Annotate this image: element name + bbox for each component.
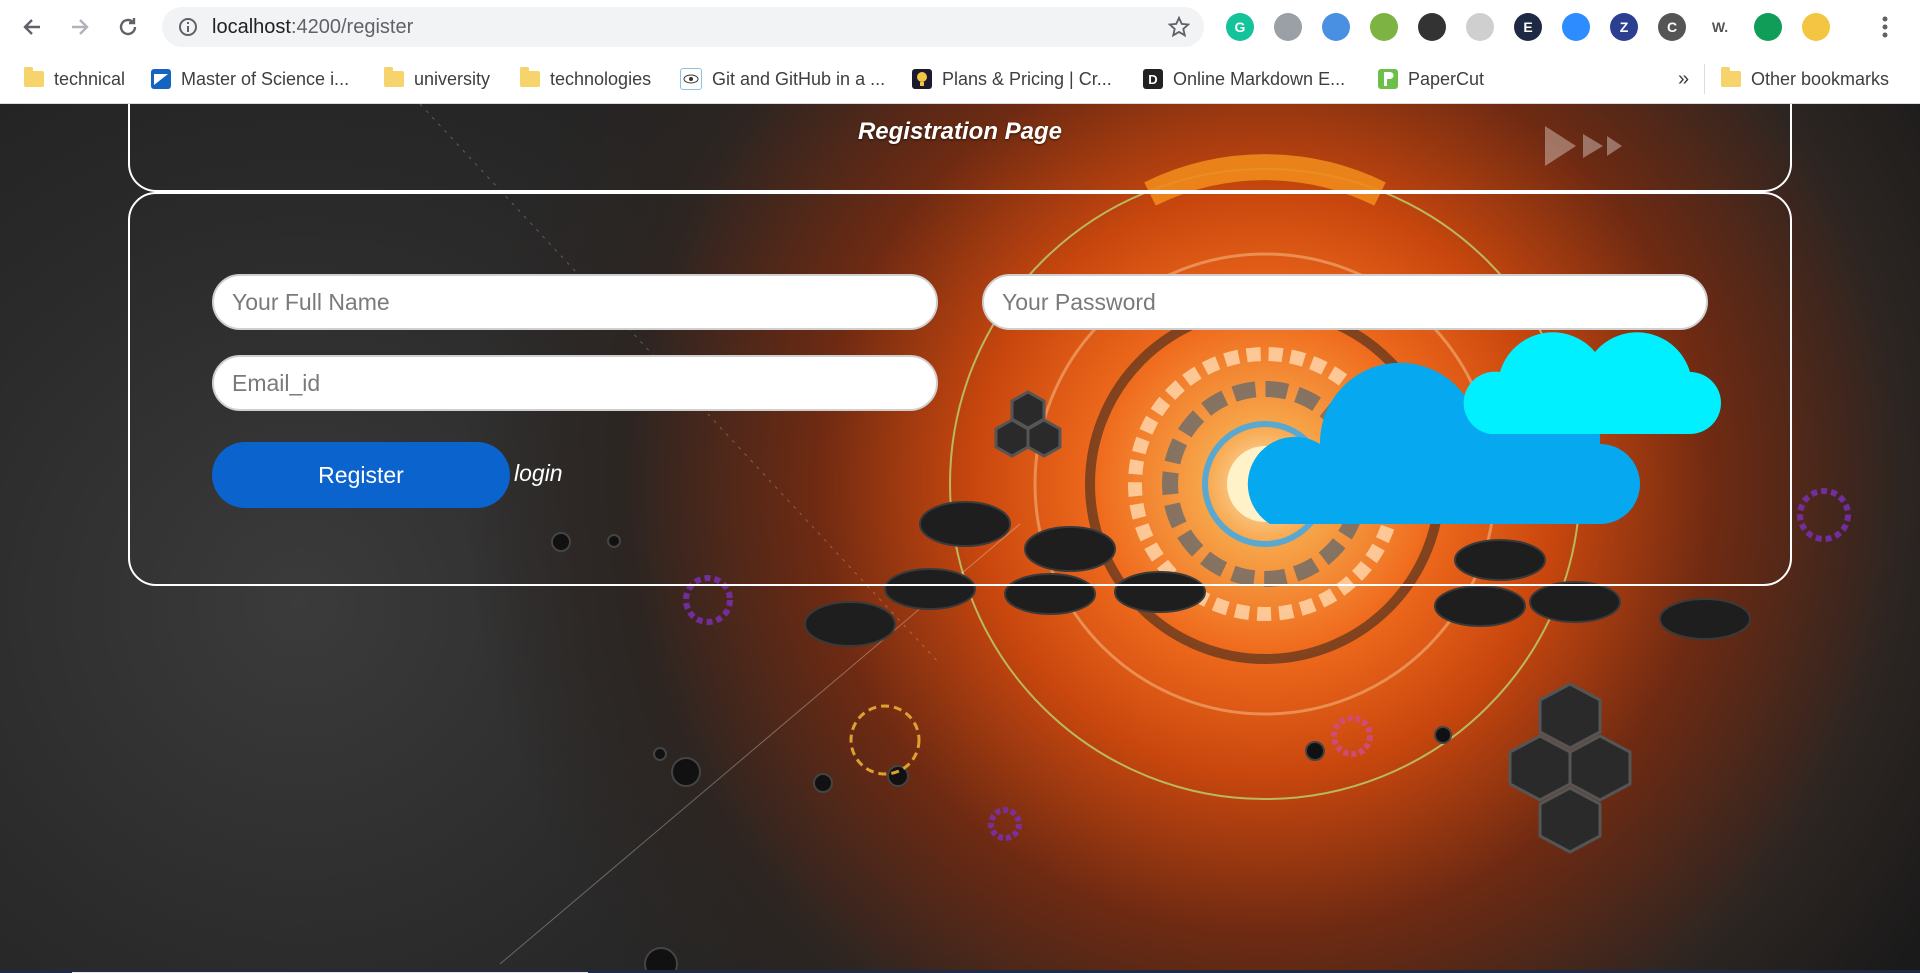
overflow-chevron-icon: »	[1678, 67, 1690, 90]
eye-logo-icon	[680, 68, 702, 90]
code-icon[interactable]: C	[1658, 13, 1686, 41]
bookmark-university[interactable]: university	[384, 64, 490, 94]
bookmark-label: technical	[54, 68, 126, 89]
full-name-input[interactable]	[212, 274, 938, 330]
forward-arrow-icon[interactable]	[64, 11, 96, 43]
bookmark-online-markdown[interactable]: D Online Markdown E...	[1143, 64, 1345, 94]
menu-kebab-icon[interactable]	[1870, 11, 1900, 43]
register-button[interactable]: Register	[212, 442, 510, 508]
back-arrow-icon[interactable]	[16, 11, 48, 43]
folder-icon	[384, 67, 404, 87]
bookmarks-bar: technical Master of Science i... univers…	[0, 54, 1920, 104]
bookmark-label: PaperCut	[1408, 68, 1485, 89]
url-text: localhost:4200/register	[212, 16, 414, 38]
d-logo-icon: D	[1143, 69, 1163, 89]
email-input[interactable]	[212, 355, 938, 411]
zoom-icon[interactable]	[1562, 13, 1590, 41]
registration-form: Register login	[128, 192, 1792, 586]
title-panel: Registration Page	[128, 104, 1792, 192]
money-icon[interactable]	[1370, 13, 1398, 41]
folder-icon	[520, 67, 540, 87]
bookmark-git-github[interactable]: Git and GitHub in a ...	[680, 64, 885, 94]
bookmark-label: university	[414, 68, 491, 89]
bookmark-label: Plans & Pricing | Cr...	[942, 68, 1112, 89]
bookmark-technologies[interactable]: technologies	[520, 64, 651, 94]
reload-icon[interactable]	[112, 11, 144, 43]
extension-circle-icon[interactable]	[1274, 13, 1302, 41]
grammarly-icon[interactable]: G	[1226, 13, 1254, 41]
bulb-logo-icon	[912, 69, 932, 89]
e-extension-icon[interactable]: E	[1514, 13, 1542, 41]
openai-icon[interactable]	[1418, 13, 1446, 41]
bookmark-label: Other bookmarks	[1751, 68, 1890, 89]
bookmark-label: Master of Science i...	[181, 68, 350, 89]
bookmarks-overflow-button[interactable]: »	[1678, 64, 1689, 94]
chat-bubble-icon[interactable]	[1754, 13, 1782, 41]
other-bookmarks[interactable]: Other bookmarks	[1704, 64, 1889, 94]
browser-toolbar: localhost:4200/register G E Z C W.	[0, 0, 1920, 54]
password-input[interactable]	[982, 274, 1708, 330]
bookmark-star-icon[interactable]	[1167, 15, 1191, 43]
folder-icon	[24, 67, 44, 87]
bookmark-papercut[interactable]: PaperCut	[1378, 64, 1484, 94]
page-background: Registration Page Register login	[0, 104, 1920, 973]
papercut-logo-icon	[1378, 69, 1398, 89]
translate-icon[interactable]	[1322, 13, 1350, 41]
extension-gray-icon[interactable]	[1466, 13, 1494, 41]
page-title: Registration Page	[857, 118, 1063, 145]
bookmark-label: technologies	[550, 68, 652, 89]
university-logo-icon	[151, 69, 171, 89]
bookmark-master-of-science[interactable]: Master of Science i...	[151, 64, 349, 94]
profile-avatar-icon[interactable]	[1802, 13, 1830, 41]
bookmark-label: Online Markdown E...	[1173, 68, 1346, 89]
site-info-icon[interactable]	[178, 17, 198, 42]
w-extension-icon[interactable]: W.	[1706, 13, 1734, 41]
bookmark-technical[interactable]: technical	[24, 64, 125, 94]
zotero-icon[interactable]: Z	[1610, 13, 1638, 41]
address-bar[interactable]: localhost:4200/register	[162, 7, 1204, 47]
login-link[interactable]: login	[514, 460, 563, 487]
bookmark-label: Git and GitHub in a ...	[712, 68, 886, 89]
bookmark-plans-pricing[interactable]: Plans & Pricing | Cr...	[912, 64, 1112, 94]
folder-icon	[1721, 67, 1741, 87]
